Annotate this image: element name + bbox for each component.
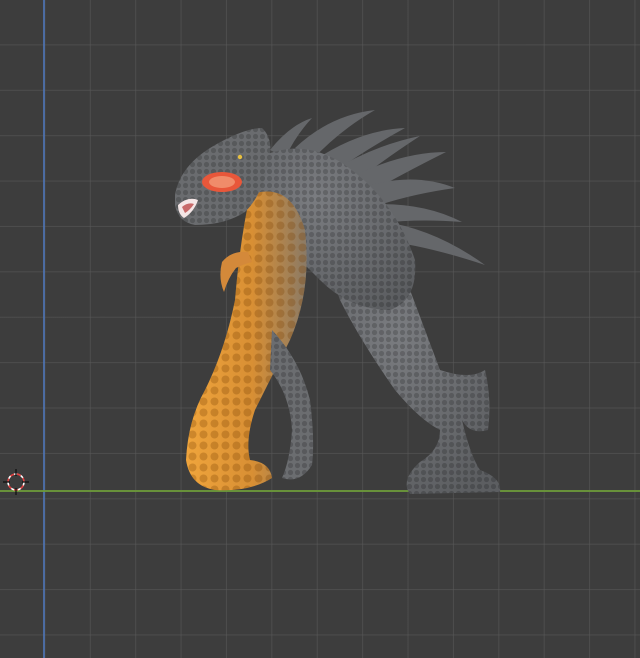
creature-sculpt-model[interactable] — [0, 0, 640, 658]
3d-viewport[interactable] — [0, 0, 640, 658]
3d-cursor-icon[interactable] — [3, 469, 29, 495]
front-leg — [186, 191, 314, 491]
